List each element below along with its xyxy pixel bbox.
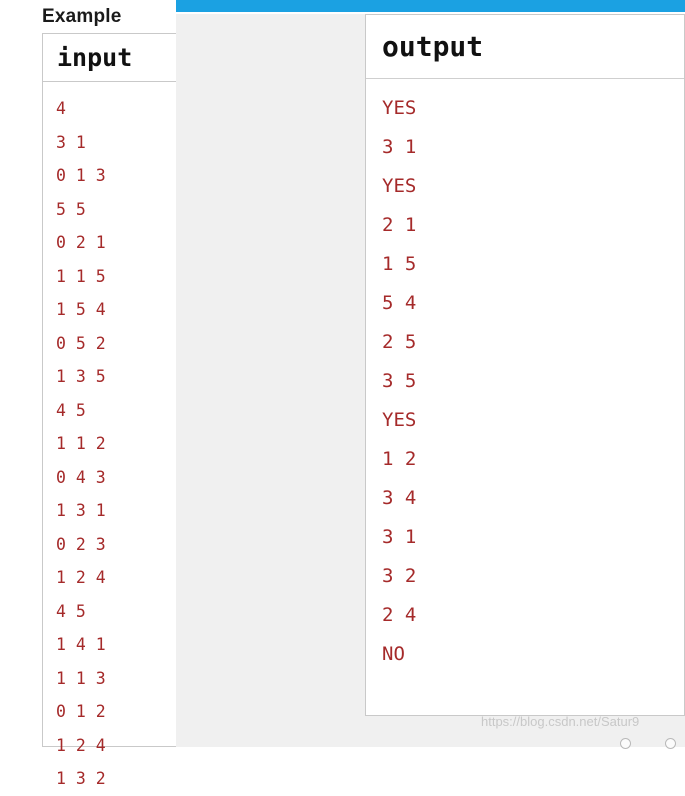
input-line: 0 1 3 [56, 166, 106, 185]
input-line: 0 1 2 [56, 702, 106, 721]
input-panel-content: 4 3 1 0 1 3 5 5 0 2 1 1 1 5 1 5 4 0 5 2 1 3 5 4 5… [43, 82, 196, 796]
input-line: 0 2 1 [56, 233, 106, 252]
output-line: 2 5 [382, 331, 417, 353]
output-line: 2 1 [382, 214, 417, 236]
output-line: 1 5 [382, 253, 417, 275]
input-line: 1 2 4 [56, 568, 106, 587]
input-line: 3 1 [56, 132, 86, 152]
input-line: 1 1 2 [56, 434, 106, 453]
output-line: YES [382, 409, 417, 431]
window-bottom-bar [176, 735, 685, 747]
input-line: 0 2 3 [56, 534, 106, 554]
input-line: 4 5 [56, 601, 86, 621]
output-line: 5 4 [382, 292, 417, 314]
window-titlebar [176, 0, 685, 12]
output-line: YES [382, 175, 417, 197]
input-line: 1 1 5 [56, 266, 106, 286]
output-line: 3 1 [382, 136, 417, 158]
page-title: Example [42, 6, 122, 27]
input-line: 1 4 1 [56, 635, 106, 654]
input-line: 1 3 1 [56, 501, 106, 520]
output-panel: output YES 3 1 YES 2 1 1 5 5 4 2 5 3 5 YES 1 2 3 4… [365, 14, 685, 716]
input-line: 1 3 5 [56, 367, 106, 386]
watermark-text: https://blog.csdn.net/Satur9 [481, 714, 640, 729]
output-panel-content: YES 3 1 YES 2 1 1 5 5 4 2 5 3 5 YES 1 2 3 4 3 1 3 2 2… [366, 79, 684, 674]
input-line: 0 5 2 [56, 333, 106, 353]
input-line: 5 5 [56, 199, 86, 219]
input-line: 1 1 3 [56, 668, 106, 688]
output-line: 3 2 [382, 565, 417, 587]
output-panel-title: output [366, 15, 684, 79]
output-line: 1 2 [382, 448, 417, 470]
input-line: 1 5 4 [56, 300, 106, 319]
output-line: 3 1 [382, 526, 417, 548]
input-line: 1 3 2 [56, 769, 106, 788]
status-dot-left [620, 738, 631, 749]
output-line: 2 4 [382, 604, 417, 626]
output-line: 3 5 [382, 370, 417, 392]
input-panel: input 4 3 1 0 1 3 5 5 0 2 1 1 1 5 1 5 4 0 5 2 1 … [42, 33, 197, 788]
status-dot-right [665, 738, 676, 749]
input-panel-title: input [43, 34, 196, 82]
input-line: 4 5 [56, 400, 86, 420]
output-line: NO [382, 643, 405, 665]
input-line: 4 [56, 99, 66, 118]
input-line: 1 2 4 [56, 735, 106, 755]
output-line: 3 4 [382, 487, 417, 509]
input-line: 0 4 3 [56, 467, 106, 487]
output-line: YES [382, 97, 417, 119]
